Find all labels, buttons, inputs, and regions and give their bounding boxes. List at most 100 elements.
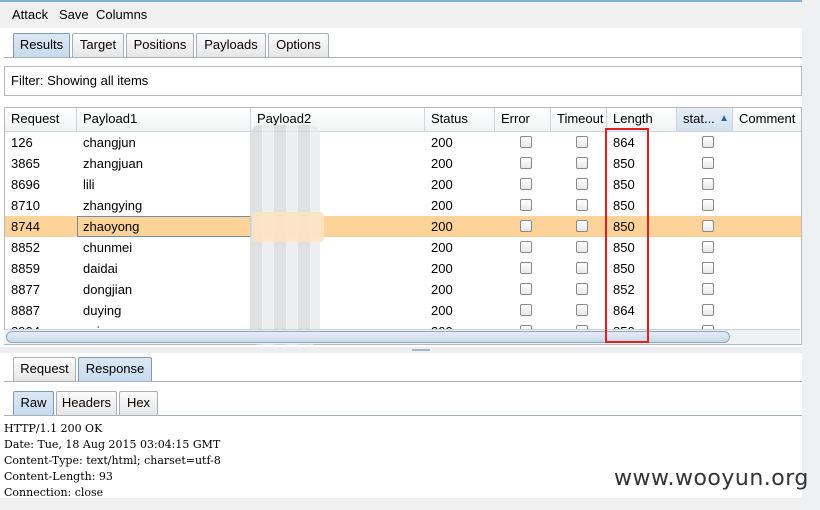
tab-divider	[4, 57, 802, 58]
error-checkbox[interactable]	[520, 178, 532, 190]
timeout-checkbox[interactable]	[576, 241, 588, 253]
tab-target[interactable]: Target	[72, 33, 124, 57]
error-checkbox[interactable]	[520, 157, 532, 169]
cell-status: 200	[431, 282, 453, 297]
status-checkbox[interactable]	[702, 283, 714, 295]
split-pane-divider[interactable]	[0, 347, 802, 353]
table-row[interactable]: 3865 zhangjuan 200 850	[5, 153, 801, 174]
status-checkbox[interactable]	[702, 262, 714, 274]
cell-request: 8859	[11, 261, 40, 276]
cell-status: 200	[431, 177, 453, 192]
cell-payload1: lili	[83, 177, 95, 192]
tab-payloads[interactable]: Payloads	[196, 33, 266, 57]
watermark: www.wooyun.org	[614, 466, 809, 491]
cell-request: 8852	[11, 240, 40, 255]
column-header-timeout[interactable]: Timeout	[551, 108, 607, 132]
column-header-comment[interactable]: Comment	[733, 108, 801, 132]
cell-request: 126	[11, 135, 33, 150]
status-checkbox[interactable]	[702, 241, 714, 253]
tab-hex[interactable]: Hex	[119, 391, 158, 415]
tab-divider	[4, 381, 802, 382]
table-row[interactable]: 8710 zhangying 200 850	[5, 195, 801, 216]
error-checkbox[interactable]	[520, 220, 532, 232]
filter-bar[interactable]: Filter: Showing all items	[4, 66, 802, 96]
timeout-checkbox[interactable]	[576, 136, 588, 148]
response-line: HTTP/1.1 200 OK	[4, 422, 103, 435]
timeout-checkbox[interactable]	[576, 199, 588, 211]
horizontal-scrollbar[interactable]	[4, 329, 800, 344]
error-checkbox[interactable]	[520, 283, 532, 295]
error-checkbox[interactable]	[520, 241, 532, 253]
cell-payload1: changjun	[83, 135, 136, 150]
cell-payload1: zhangjuan	[83, 156, 143, 171]
timeout-checkbox[interactable]	[576, 157, 588, 169]
table-row[interactable]: 8859 daidai 200 850	[5, 258, 801, 279]
table-row[interactable]: 8877 dongjian 200 852	[5, 279, 801, 300]
tab-request[interactable]: Request	[13, 357, 76, 381]
cell-status: 200	[431, 135, 453, 150]
status-checkbox[interactable]	[702, 199, 714, 211]
timeout-checkbox[interactable]	[576, 220, 588, 232]
cell-status: 200	[431, 303, 453, 318]
status-checkbox[interactable]	[702, 157, 714, 169]
table-row[interactable]: 8696 lili 200 850	[5, 174, 801, 195]
menu-columns[interactable]: Columns	[96, 7, 147, 22]
tab-results[interactable]: Results	[13, 33, 70, 57]
cell-request: 8710	[11, 198, 40, 213]
menu-bar: Attack Save Columns	[0, 0, 802, 28]
timeout-checkbox[interactable]	[576, 262, 588, 274]
results-table: Request Payload1 Payload2 Status Error T…	[4, 107, 802, 345]
tab-response[interactable]: Response	[78, 357, 152, 381]
tab-headers[interactable]: Headers	[56, 391, 117, 415]
cell-request: 8696	[11, 177, 40, 192]
status-checkbox[interactable]	[702, 304, 714, 316]
table-row[interactable]: 8744 zhaoyong 200 850	[5, 216, 801, 237]
column-header-status2[interactable]: stat... ▲	[677, 108, 733, 132]
cell-payload1: zhangying	[83, 198, 143, 213]
length-highlight-box	[605, 128, 649, 343]
menu-save[interactable]: Save	[59, 7, 89, 22]
error-checkbox[interactable]	[520, 136, 532, 148]
cell-payload1: zhaoyong	[83, 219, 140, 234]
cell-status: 200	[431, 156, 453, 171]
column-header-error[interactable]: Error	[495, 108, 551, 132]
status-checkbox[interactable]	[702, 178, 714, 190]
timeout-checkbox[interactable]	[576, 178, 588, 190]
cell-status: 200	[431, 240, 453, 255]
error-checkbox[interactable]	[520, 199, 532, 211]
response-line: Content-Type: text/html; charset=utf-8	[4, 454, 221, 467]
cell-request: 8744	[11, 219, 40, 234]
column-header-status2-label: stat...	[683, 111, 715, 126]
status-checkbox[interactable]	[702, 136, 714, 148]
table-row[interactable]: 8887 duying 200 864	[5, 300, 801, 321]
cell-status: 200	[431, 219, 453, 234]
response-line: Date: Tue, 18 Aug 2015 03:04:15 GMT	[4, 438, 221, 451]
cell-payload1: duying	[83, 303, 122, 318]
tab-positions[interactable]: Positions	[126, 33, 194, 57]
window-edge	[802, 0, 820, 510]
filter-text: Filter: Showing all items	[11, 73, 149, 88]
error-checkbox[interactable]	[520, 304, 532, 316]
cell-payload1: daidai	[83, 261, 118, 276]
tab-options[interactable]: Options	[268, 33, 329, 57]
column-header-request[interactable]: Request	[5, 108, 77, 132]
error-checkbox[interactable]	[520, 262, 532, 274]
bottom-strip	[0, 498, 802, 510]
table-row[interactable]: 126 changjun 200 864	[5, 132, 801, 153]
sort-ascending-icon: ▲	[719, 113, 729, 124]
response-line: Content-Length: 93	[4, 470, 113, 483]
timeout-checkbox[interactable]	[576, 283, 588, 295]
menu-attack[interactable]: Attack	[12, 7, 48, 22]
table-row[interactable]: 8852 chunmei 200 850	[5, 237, 801, 258]
cell-status: 200	[431, 198, 453, 213]
status-checkbox[interactable]	[702, 220, 714, 232]
timeout-checkbox[interactable]	[576, 304, 588, 316]
cell-request: 8877	[11, 282, 40, 297]
tab-raw[interactable]: Raw	[13, 391, 54, 415]
cell-payload1: chunmei	[83, 240, 133, 255]
column-header-payload1[interactable]: Payload1	[77, 108, 251, 132]
cell-payload1: dongjian	[83, 282, 133, 297]
divider-grip-icon[interactable]	[412, 349, 430, 351]
column-header-status[interactable]: Status	[425, 108, 495, 132]
cell-request: 8887	[11, 303, 40, 318]
